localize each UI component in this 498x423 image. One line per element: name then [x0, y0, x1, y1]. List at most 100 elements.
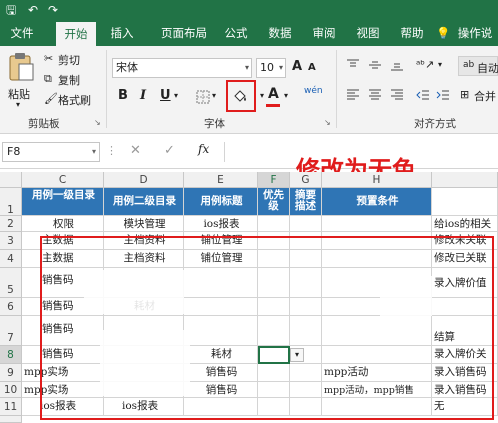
- column-header-f[interactable]: F: [258, 172, 290, 188]
- row-header-12[interactable]: [0, 416, 22, 423]
- wrap-text-button[interactable]: ab 自动: [458, 56, 498, 76]
- table-header-cell[interactable]: 用例一级目录: [22, 188, 104, 216]
- chevron-down-icon: ▾: [16, 100, 21, 109]
- merge-center-icon[interactable]: ⊞: [460, 88, 469, 101]
- tab-tell-me[interactable]: 操作说: [452, 20, 498, 46]
- brush-icon: 🖌: [44, 92, 58, 105]
- tab-file[interactable]: 文件: [4, 20, 40, 46]
- table-cell[interactable]: [322, 216, 432, 232]
- paste-button[interactable]: 粘贴 ▾: [6, 52, 36, 109]
- dialog-launcher-icon[interactable]: ↘: [324, 118, 331, 127]
- row-header-1[interactable]: 1: [0, 188, 22, 216]
- border-icon[interactable]: [196, 90, 210, 104]
- tab-view[interactable]: 视图: [352, 20, 384, 46]
- table-cell[interactable]: [290, 216, 322, 232]
- dialog-launcher-icon[interactable]: ↘: [94, 118, 101, 127]
- font-color-swatch: [266, 104, 280, 107]
- row-header-7[interactable]: 7: [0, 316, 22, 346]
- chevron-down-icon: ▾: [438, 60, 443, 69]
- column-header-c[interactable]: C: [22, 172, 104, 188]
- table-header-cell[interactable]: 用例二级目录: [104, 188, 184, 216]
- chevron-down-icon: ▾: [244, 63, 249, 72]
- row-header-8[interactable]: 8: [0, 346, 22, 364]
- cut-button[interactable]: 剪切: [58, 52, 80, 68]
- column-header-d[interactable]: D: [104, 172, 184, 188]
- row-header-3[interactable]: 3: [0, 232, 22, 250]
- row-header-5[interactable]: 5: [0, 268, 22, 298]
- tab-review[interactable]: 审阅: [308, 20, 340, 46]
- font-name-select[interactable]: 宋体 ▾: [112, 58, 252, 78]
- clipboard-group-label: 剪贴板: [28, 118, 60, 130]
- table-cell[interactable]: 给ios的相关: [432, 216, 498, 232]
- grow-font-button[interactable]: A: [292, 59, 302, 74]
- table-cell[interactable]: [258, 216, 290, 232]
- bold-button[interactable]: B: [118, 88, 128, 103]
- title-bar: 🖫 ↶ ↷: [0, 0, 498, 20]
- row-header-6[interactable]: 6: [0, 298, 22, 316]
- merge-center-button[interactable]: 合并: [474, 88, 496, 104]
- tab-data[interactable]: 数据: [264, 20, 296, 46]
- group-separator: [106, 50, 107, 128]
- decrease-indent-icon[interactable]: [416, 88, 430, 102]
- copy-button[interactable]: 复制: [58, 72, 80, 88]
- row-header-10[interactable]: 10: [0, 382, 22, 398]
- chevron-down-icon: ▾: [278, 63, 283, 72]
- column-header-g[interactable]: G: [290, 172, 322, 188]
- row-header-4[interactable]: 4: [0, 250, 22, 268]
- wrap-text-label: 自动: [477, 62, 498, 75]
- tab-home[interactable]: 开始: [56, 22, 96, 46]
- formula-bar: F8 ▾ ⋮ ✕ ✓ fx: [0, 135, 498, 169]
- align-left-icon[interactable]: [346, 88, 360, 102]
- table-header-cell[interactable]: 用例标题: [184, 188, 258, 216]
- row-header-9[interactable]: 9: [0, 364, 22, 382]
- align-bottom-icon[interactable]: [390, 58, 404, 72]
- enter-icon[interactable]: ✓: [164, 143, 175, 158]
- font-size-value: 10: [260, 61, 274, 74]
- phonetic-button[interactable]: wén: [304, 86, 323, 96]
- align-center-icon[interactable]: [368, 88, 382, 102]
- font-size-select[interactable]: 10 ▾: [256, 58, 286, 78]
- underline-button[interactable]: U: [160, 88, 171, 103]
- column-header-i[interactable]: [432, 172, 498, 188]
- table-cell[interactable]: 模块管理: [104, 216, 184, 232]
- insert-function-button[interactable]: fx: [198, 142, 209, 156]
- undo-icon[interactable]: ↶: [28, 2, 38, 18]
- more-icon: ⋮: [106, 144, 117, 157]
- align-middle-icon[interactable]: [368, 58, 382, 72]
- align-right-icon[interactable]: [390, 88, 404, 102]
- column-header-h[interactable]: H: [322, 172, 432, 188]
- cancel-icon[interactable]: ✕: [130, 143, 141, 158]
- select-all-corner[interactable]: [0, 172, 22, 188]
- row-header-2[interactable]: 2: [0, 216, 22, 232]
- table-cell[interactable]: ios报表: [184, 216, 258, 232]
- redo-icon[interactable]: ↷: [48, 2, 58, 18]
- tab-help[interactable]: 帮助: [396, 20, 428, 46]
- increase-indent-icon[interactable]: [436, 88, 450, 102]
- font-color-button[interactable]: A: [268, 86, 279, 102]
- selection-highlight: [40, 236, 494, 420]
- cut-icon: ✂: [44, 52, 54, 65]
- row-header-11[interactable]: 11: [0, 398, 22, 416]
- tab-insert[interactable]: 插入: [104, 20, 140, 46]
- table-header-cell[interactable]: 优先级: [258, 188, 290, 216]
- tab-page-layout[interactable]: 页面布局: [152, 20, 216, 46]
- table-cell[interactable]: 权限: [22, 216, 104, 232]
- tab-formulas[interactable]: 公式: [220, 20, 252, 46]
- clipboard-icon: [9, 53, 34, 81]
- column-header-e[interactable]: E: [184, 172, 258, 188]
- chevron-down-icon: ▾: [284, 91, 289, 100]
- table-header-cell[interactable]: 预置条件: [322, 188, 432, 216]
- table-header-cell[interactable]: 摘要描述: [290, 188, 322, 216]
- save-icon[interactable]: 🖫: [6, 2, 16, 18]
- alignment-group-label: 对齐方式: [414, 118, 456, 130]
- group-separator: [336, 50, 337, 128]
- format-painter-button[interactable]: 格式刷: [58, 92, 91, 108]
- fill-color-icon[interactable]: [232, 88, 248, 104]
- orientation-icon[interactable]: ᵃᵇ↗: [416, 58, 434, 71]
- name-box[interactable]: F8 ▾: [2, 142, 100, 162]
- shrink-font-button[interactable]: A: [308, 62, 316, 73]
- align-top-icon[interactable]: [346, 58, 360, 72]
- table-cell[interactable]: [432, 188, 498, 216]
- font-name-value: 宋体: [116, 61, 138, 74]
- italic-button[interactable]: I: [140, 88, 146, 103]
